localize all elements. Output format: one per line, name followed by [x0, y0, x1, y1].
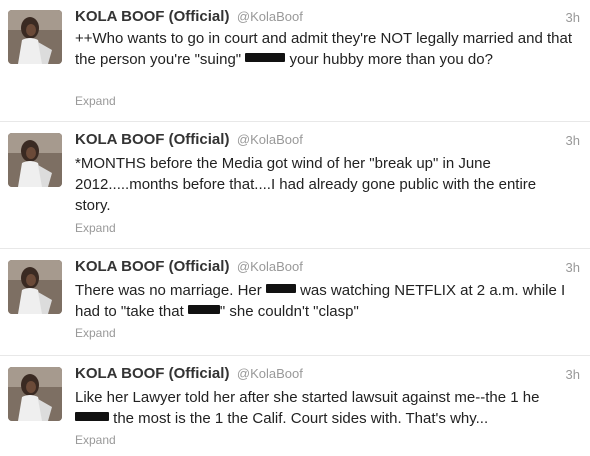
avatar-photo-icon [8, 260, 62, 314]
tweet-text: ++Who wants to go in court and admit the… [75, 28, 572, 70]
tweet-1[interactable]: KOLA BOOF (Official) @KolaBoof 3h ++Who … [0, 0, 590, 122]
author-username[interactable]: @KolaBoof [237, 132, 303, 147]
avatar-photo-icon [8, 133, 62, 187]
avatar-photo-icon [8, 367, 62, 421]
avatar[interactable] [8, 10, 62, 64]
redaction-bar [245, 53, 286, 62]
avatar[interactable] [8, 133, 62, 187]
tweet-3[interactable]: KOLA BOOF (Official) @KolaBoof 3h There … [0, 250, 590, 356]
author-username[interactable]: @KolaBoof [237, 9, 303, 24]
tweet-timestamp[interactable]: 3h [566, 10, 580, 25]
redaction-bar [265, 284, 296, 293]
avatar[interactable] [8, 260, 62, 314]
tweet-2[interactable]: KOLA BOOF (Official) @KolaBoof 3h *MONTH… [0, 123, 590, 249]
expand-link[interactable]: Expand [75, 433, 116, 447]
expand-link[interactable]: Expand [75, 221, 116, 235]
tweet-text: *MONTHS before the Media got wind of her… [75, 155, 537, 214]
tweet-text-part: your hubby more than you do? [285, 51, 493, 68]
tweet-text-part: " she couldn't "clasp" [219, 303, 359, 320]
tweet-text: Like her Lawyer told her after she start… [75, 387, 572, 429]
tweet-timestamp[interactable]: 3h [566, 133, 580, 148]
redaction-bar [187, 305, 220, 314]
author-username[interactable]: @KolaBoof [237, 259, 303, 274]
tweet-timestamp[interactable]: 3h [566, 367, 580, 382]
tweet-text-part: Like her Lawyer told her after she start… [75, 389, 540, 406]
tweet-text-part: There was no marriage. Her [75, 282, 266, 299]
author-fullname[interactable]: KOLA BOOF (Official) [75, 365, 229, 382]
tweet-text: There was no marriage. Her was watching … [75, 280, 572, 322]
author-fullname[interactable]: KOLA BOOF (Official) [75, 258, 229, 275]
redaction-bar [75, 412, 109, 421]
tweet-header: KOLA BOOF (Official) @KolaBoof 3h [75, 258, 580, 278]
avatar-photo-icon [8, 10, 62, 64]
tweet-header: KOLA BOOF (Official) @KolaBoof 3h [75, 365, 580, 385]
author-fullname[interactable]: KOLA BOOF (Official) [75, 131, 229, 148]
tweet-timestamp[interactable]: 3h [566, 260, 580, 275]
expand-link[interactable]: Expand [75, 94, 116, 108]
tweet-header: KOLA BOOF (Official) @KolaBoof 3h [75, 131, 580, 151]
expand-link[interactable]: Expand [75, 326, 116, 340]
author-username[interactable]: @KolaBoof [237, 366, 303, 381]
tweet-header: KOLA BOOF (Official) @KolaBoof 3h [75, 8, 580, 28]
tweet-4[interactable]: KOLA BOOF (Official) @KolaBoof 3h Like h… [0, 357, 590, 456]
tweet-text-part: the most is the 1 the Calif. Court sides… [109, 410, 489, 427]
avatar[interactable] [8, 367, 62, 421]
author-fullname[interactable]: KOLA BOOF (Official) [75, 8, 229, 25]
tweet-timeline: KOLA BOOF (Official) @KolaBoof 3h ++Who … [0, 0, 590, 456]
